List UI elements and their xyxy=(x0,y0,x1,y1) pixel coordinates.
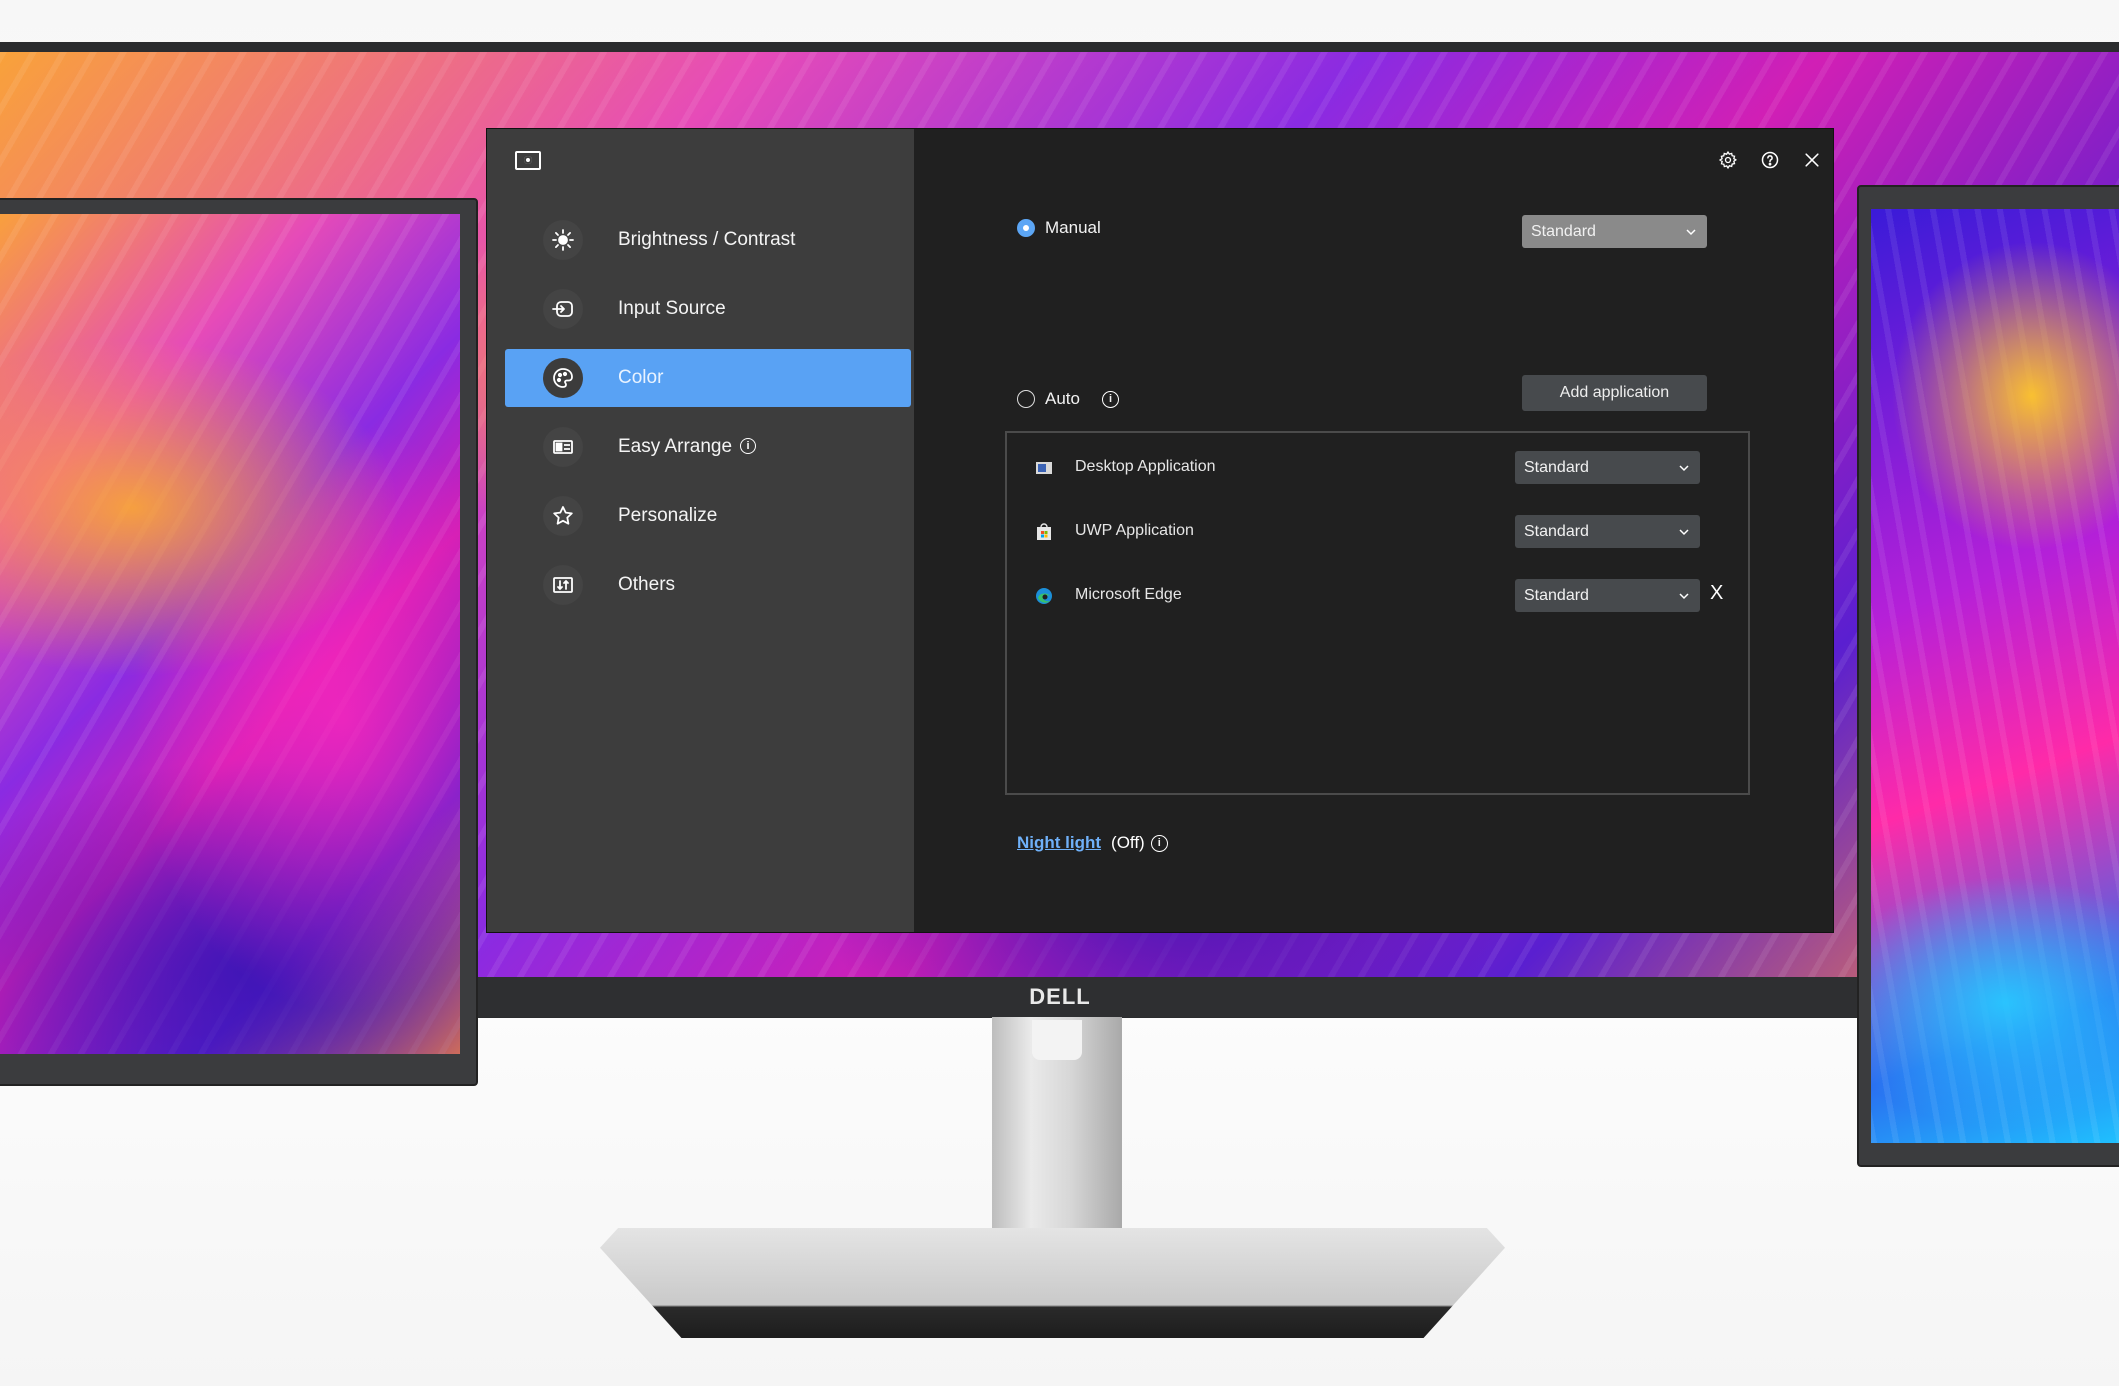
close-icon[interactable] xyxy=(1791,145,1833,175)
sidebar-item-brightness-contrast[interactable]: Brightness / Contrast xyxy=(505,211,911,269)
sidebar-item-label: Personalize xyxy=(618,505,718,526)
left-monitor-wallpaper xyxy=(0,214,460,1054)
help-icon[interactable] xyxy=(1749,145,1791,175)
manual-label: Manual xyxy=(1045,218,1101,237)
left-monitor xyxy=(0,198,478,1086)
right-monitor xyxy=(1857,185,2119,1167)
sidebar-item-color[interactable]: Color xyxy=(505,349,911,407)
window-controls xyxy=(1707,145,1833,175)
edge-icon xyxy=(1035,587,1053,605)
palette-icon xyxy=(543,358,583,398)
app-preset-value: Standard xyxy=(1524,587,1589,604)
dell-logo: DELL xyxy=(1029,984,1091,1009)
auto-label: Auto xyxy=(1045,389,1080,408)
info-icon[interactable]: i xyxy=(740,438,756,454)
star-icon xyxy=(543,496,583,536)
list-item: Desktop Application Standard xyxy=(1007,451,1748,485)
sidebar-item-personalize[interactable]: Personalize xyxy=(505,487,911,545)
application-list: Desktop Application Standard UWP Applica… xyxy=(1005,431,1750,795)
app-preset-dropdown[interactable]: Standard xyxy=(1515,579,1700,612)
chevron-down-icon xyxy=(1678,579,1690,615)
list-item: UWP Application Standard xyxy=(1007,515,1748,549)
others-icon xyxy=(543,565,583,605)
sidebar-item-easy-arrange[interactable]: Easy Arrange i xyxy=(505,418,911,476)
manual-preset-dropdown[interactable]: Standard xyxy=(1522,215,1707,248)
sidebar: Brightness / Contrast Input Source Color… xyxy=(487,129,914,932)
center-monitor-chin xyxy=(472,977,1857,1017)
remove-app-button[interactable]: X xyxy=(1710,582,1723,605)
brightness-icon xyxy=(543,220,583,260)
sidebar-item-others[interactable]: Others xyxy=(505,556,911,614)
sidebar-item-input-source[interactable]: Input Source xyxy=(505,280,911,338)
auto-option[interactable]: Auto i xyxy=(1017,389,1119,409)
app-preset-dropdown[interactable]: Standard xyxy=(1515,515,1700,548)
info-icon[interactable]: i xyxy=(1150,834,1168,852)
auto-radio[interactable] xyxy=(1017,390,1035,408)
app-name: Microsoft Edge xyxy=(1075,586,1182,603)
app-name: Desktop Application xyxy=(1075,458,1216,475)
list-item: Microsoft Edge Standard X xyxy=(1007,579,1748,613)
add-application-button[interactable]: Add application xyxy=(1522,375,1707,411)
sidebar-item-label: Brightness / Contrast xyxy=(618,229,796,250)
chevron-down-icon xyxy=(1678,515,1690,551)
desktop-app-icon xyxy=(1035,459,1053,477)
sidebar-item-label: Color xyxy=(618,367,664,388)
sidebar-item-label: Easy Arrange xyxy=(618,436,733,457)
app-name: UWP Application xyxy=(1075,522,1194,539)
monitor-settings-icon xyxy=(515,151,541,170)
store-app-icon xyxy=(1035,523,1053,541)
app-preset-value: Standard xyxy=(1524,459,1589,476)
app-preset-dropdown[interactable]: Standard xyxy=(1515,451,1700,484)
chevron-down-icon xyxy=(1685,215,1697,251)
display-manager-window: Brightness / Contrast Input Source Color… xyxy=(487,129,1833,932)
gear-icon[interactable] xyxy=(1707,145,1749,175)
night-light-status: (Off) xyxy=(1111,833,1145,852)
manual-radio[interactable] xyxy=(1017,219,1035,237)
sidebar-item-label: Input Source xyxy=(618,298,726,319)
sidebar-item-label: Others xyxy=(618,574,676,595)
night-light-row: Night light (Off) i xyxy=(1017,833,1168,853)
manual-preset-value: Standard xyxy=(1531,223,1596,240)
info-icon[interactable]: i xyxy=(1101,390,1119,408)
sidebar-nav: Brightness / Contrast Input Source Color… xyxy=(505,211,911,625)
layout-icon xyxy=(543,427,583,467)
right-monitor-wallpaper xyxy=(1871,209,2119,1143)
stand-cable-slot xyxy=(1032,1020,1082,1060)
chevron-down-icon xyxy=(1678,451,1690,487)
app-preset-value: Standard xyxy=(1524,523,1589,540)
monitor-stand-base xyxy=(600,1228,1505,1338)
input-source-icon xyxy=(543,289,583,329)
night-light-link[interactable]: Night light xyxy=(1017,833,1101,853)
manual-option[interactable]: Manual xyxy=(1017,218,1101,238)
